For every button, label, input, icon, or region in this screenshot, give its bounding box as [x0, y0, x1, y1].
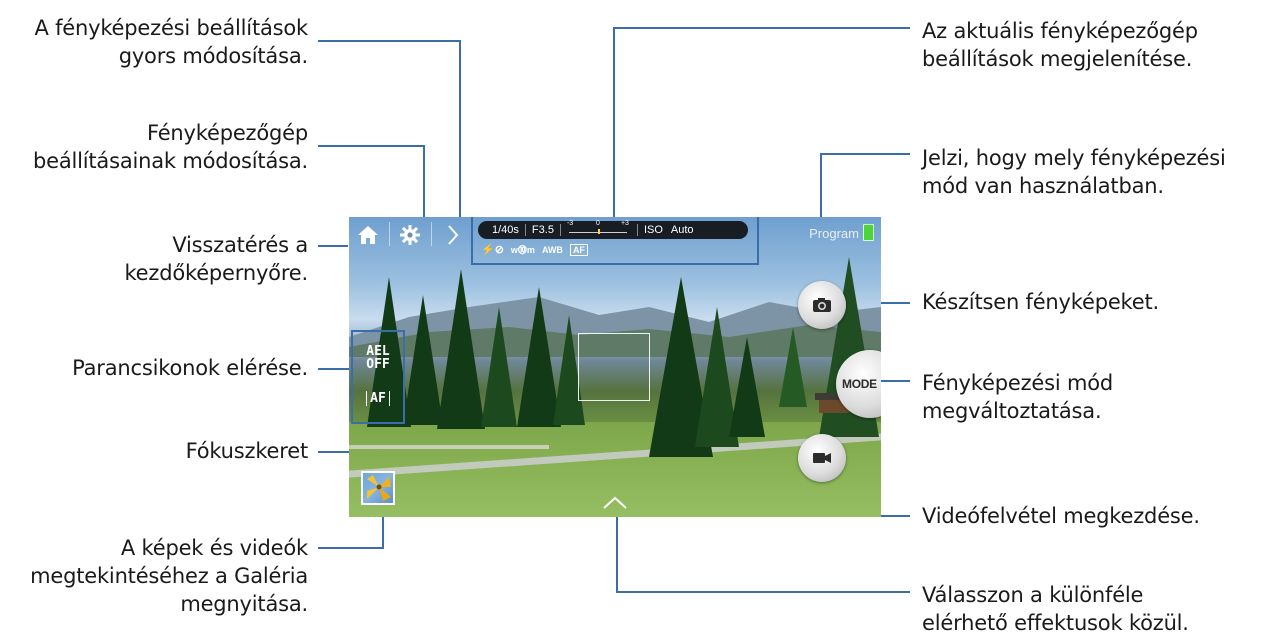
camera-icon [813, 298, 831, 312]
effects-button[interactable] [601, 493, 629, 511]
shortcut-panel: AEL OFF AF [351, 330, 405, 424]
video-camera-icon [813, 453, 831, 463]
leader-line [459, 40, 461, 234]
separator [431, 222, 432, 246]
status-icons: ⚡⊘ w⓾m AWB AF [481, 243, 588, 256]
ev-min: -3 [566, 220, 574, 227]
fence [349, 445, 549, 449]
note-home-return: Visszatérés a kezdőképernyőre. [124, 233, 308, 285]
leader-line [881, 380, 910, 382]
note-mode-indicator: Jelzi, hogy mely fényképezési mód van has… [922, 146, 1226, 198]
separator [524, 224, 526, 236]
capture-button[interactable] [798, 281, 846, 329]
white-balance: AWB [541, 244, 563, 255]
leader-line [318, 40, 461, 42]
current-settings-display: 1/40s F3.5 -3 0 +3 ISO Auto ⚡⊘ w⓾m AWB A… [471, 217, 759, 265]
chevron-right-icon [448, 225, 459, 245]
gallery-flower-icon [367, 475, 391, 501]
note-effects: Válasszon a különféle elérhető effektusok… [922, 583, 1189, 635]
iso-value: Auto [670, 224, 694, 236]
separator [636, 224, 638, 236]
tree [437, 269, 485, 429]
home-icon [358, 226, 378, 244]
note-start-video: Videófelvétel megkezdése. [922, 504, 1200, 528]
flash-off-icon: ⚡⊘ [481, 244, 504, 256]
af-shortcut[interactable]: AF [353, 391, 403, 406]
leader-line [820, 153, 910, 155]
camera-top-bar: 1/40s F3.5 -3 0 +3 ISO Auto ⚡⊘ w⓾m AWB A… [349, 217, 881, 265]
note-change-mode: Fényképezési mód megváltoztatása. [922, 371, 1113, 423]
note-shortcuts: Parancsikonok elérése. [72, 356, 308, 380]
ev-mid: 0 [595, 220, 600, 227]
af-label: AF [366, 391, 390, 406]
record-button[interactable] [798, 434, 846, 482]
gear-icon [400, 225, 420, 245]
ael-state: OFF [366, 357, 390, 372]
ael-shortcut[interactable]: AEL OFF [353, 345, 403, 371]
gallery-thumbnail[interactable] [361, 471, 395, 505]
separator [559, 224, 561, 236]
battery-icon [863, 224, 874, 241]
leader-line [613, 27, 910, 29]
quick-settings-button[interactable] [443, 220, 463, 250]
note-focus-frame: Fókuszkeret [185, 439, 309, 463]
tree [729, 337, 765, 437]
aperture: F3.5 [531, 224, 554, 236]
leader-line [616, 513, 618, 593]
leader-line [318, 145, 425, 147]
home-button[interactable] [351, 220, 385, 250]
tree [481, 307, 517, 427]
leader-line [318, 368, 351, 370]
leader-line [616, 591, 910, 593]
ev-max: +3 [620, 220, 629, 227]
camera-viewfinder[interactable]: 1/40s F3.5 -3 0 +3 ISO Auto ⚡⊘ w⓾m AWB A… [349, 217, 881, 517]
tree [779, 327, 807, 407]
leader-line [613, 27, 615, 217]
leader-line [318, 245, 348, 247]
shutter-speed: 1/40s [492, 224, 519, 236]
focus-frame[interactable] [578, 333, 650, 401]
ev-marker [597, 229, 600, 234]
af-status: AF [569, 243, 588, 256]
settings-button[interactable] [393, 220, 427, 250]
note-quick-settings: A fényképezési beállítások gyors módosítá… [34, 16, 308, 68]
leader-line [318, 547, 384, 549]
iso-label: ISO [643, 224, 663, 236]
chevron-up-icon [603, 496, 627, 509]
exposure-scale: -3 0 +3 [566, 220, 631, 238]
separator [389, 222, 390, 246]
note-camera-settings: Fényképezőgép beállításainak módosítása. [32, 121, 308, 173]
mode-label: MODE [842, 377, 877, 391]
timer-icon: w⓾m [510, 245, 535, 255]
shooting-mode-name: Program [809, 226, 859, 241]
settings-pill: 1/40s F3.5 -3 0 +3 ISO Auto [478, 220, 748, 239]
note-current-settings: Az aktuális fényképezőgép beállítások meg… [922, 19, 1198, 71]
note-gallery: A képek és videók megtekintéséhez a Galér… [30, 536, 308, 616]
note-take-photo: Készítsen fényképeket. [922, 290, 1159, 314]
